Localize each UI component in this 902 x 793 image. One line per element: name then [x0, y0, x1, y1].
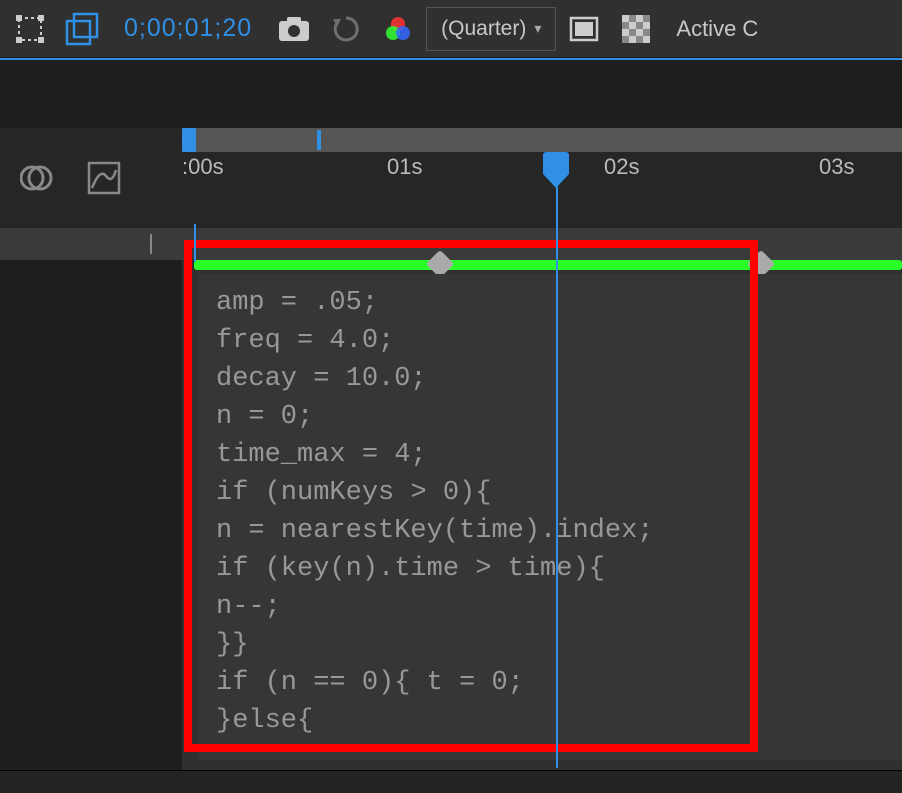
timeline-left-gutter [0, 128, 182, 228]
color-icon [384, 15, 412, 43]
time-ruler[interactable]: :00s 01s 02s 03s [182, 152, 902, 184]
layer-row-left [0, 228, 182, 260]
transparency-grid-button[interactable] [612, 5, 660, 53]
panel-gap [0, 60, 902, 128]
toggle-view-button[interactable] [560, 5, 608, 53]
tick-label: :00s [182, 154, 224, 180]
work-area-marker[interactable] [317, 130, 321, 150]
layer-marker [150, 234, 152, 254]
bottom-bar [0, 770, 902, 793]
playhead-head[interactable] [543, 152, 569, 174]
refresh-icon [331, 14, 361, 44]
view-icon [569, 16, 599, 42]
playhead-line [556, 184, 558, 768]
tick-label: 01s [387, 154, 422, 180]
current-timecode[interactable]: 0;00;01;20 [110, 14, 266, 43]
tick-label: 03s [819, 154, 854, 180]
tick-label: 02s [604, 154, 639, 180]
layer-duration-bar[interactable] [194, 260, 902, 270]
roi-icon [15, 14, 45, 44]
timeline-header: :00s 01s 02s 03s [0, 128, 902, 228]
graph-icon [86, 160, 122, 196]
work-area-bar[interactable] [182, 128, 902, 152]
color-channels-button[interactable] [374, 5, 422, 53]
motion-blur-icon [20, 162, 56, 194]
motion-blur-toggle[interactable] [18, 158, 58, 198]
layer-row-right[interactable] [182, 228, 902, 260]
playhead-arrow[interactable] [543, 174, 569, 188]
timeline-content: amp = .05; freq = 4.0; decay = 10.0; n =… [0, 260, 902, 770]
resolution-dropdown[interactable]: (Quarter) ▾ [426, 7, 556, 51]
show-snapshot-button [322, 5, 370, 53]
preview-toolbar: 0;00;01;20 (Quarter) ▾ [0, 0, 902, 58]
timeline-ruler[interactable]: :00s 01s 02s 03s [182, 128, 902, 228]
graph-editor-button[interactable] [84, 158, 124, 198]
region-of-interest-button[interactable] [6, 5, 54, 53]
snapshot-button[interactable] [270, 5, 318, 53]
chevron-down-icon: ▾ [534, 20, 541, 37]
active-camera-label[interactable]: Active C [664, 16, 770, 42]
work-area-start-handle[interactable] [182, 128, 196, 152]
grid-icon [622, 15, 650, 43]
mask-crop-button[interactable] [58, 5, 106, 53]
mask-icon [65, 12, 99, 46]
resolution-label: (Quarter) [441, 17, 526, 41]
content-right: amp = .05; freq = 4.0; decay = 10.0; n =… [182, 260, 902, 770]
comp-start-line [194, 224, 196, 262]
content-left-gutter [0, 260, 182, 770]
camera-icon [278, 16, 310, 42]
expression-editor[interactable]: amp = .05; freq = 4.0; decay = 10.0; n =… [198, 274, 902, 760]
